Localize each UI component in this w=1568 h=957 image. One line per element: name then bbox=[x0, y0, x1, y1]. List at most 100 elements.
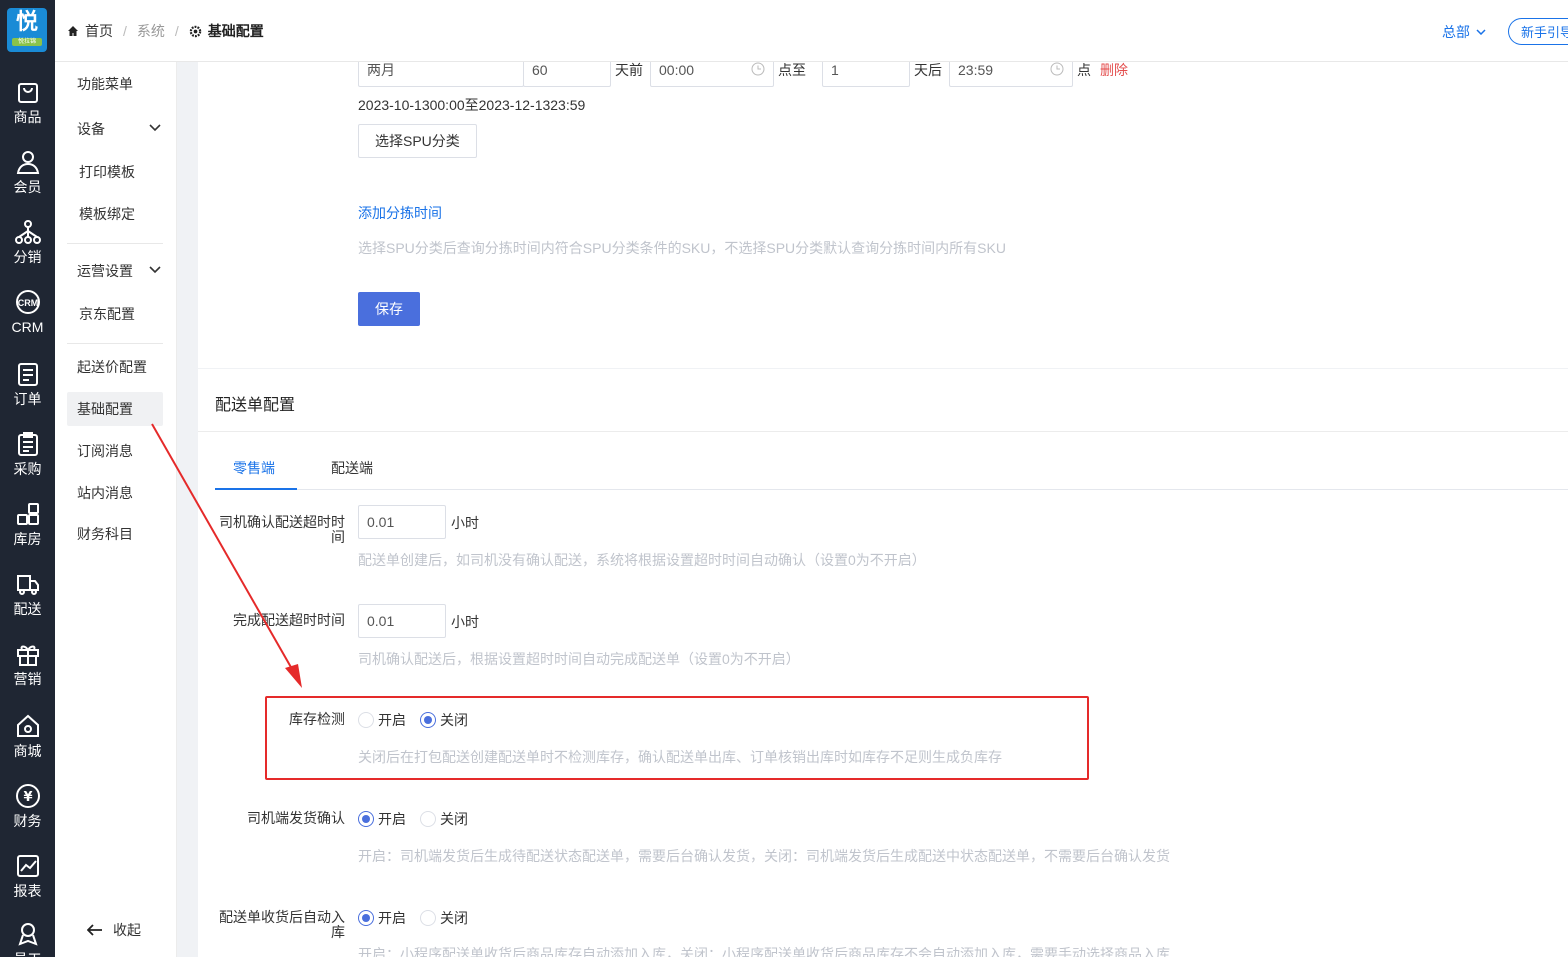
subnav-item-template-binding[interactable]: 模板绑定 bbox=[67, 197, 163, 231]
auto-stock-in-label: 配送单收货后自动入库 bbox=[219, 909, 345, 940]
section-title: 配送单配置 bbox=[215, 397, 296, 414]
rail-item-finance[interactable]: ¥ 财务 bbox=[0, 776, 55, 844]
subnav-item-finance-subject[interactable]: 财务科目 bbox=[67, 517, 163, 551]
delivery-tabs: 零售端 配送端 bbox=[215, 454, 1568, 490]
app-logo[interactable]: 悦 悦拉锦 bbox=[7, 8, 47, 52]
radio-label: 开启 bbox=[378, 811, 406, 827]
active-tab-indicator bbox=[215, 488, 297, 490]
subnav-item-function-menu[interactable]: 功能菜单 bbox=[67, 67, 163, 101]
rail-label: 配送 bbox=[13, 601, 42, 617]
complete-timeout-label: 完成配送超时时间 bbox=[233, 612, 345, 628]
driver-ship-confirm-on-radio[interactable]: 开启 bbox=[358, 809, 406, 829]
subnav-item-subscription-message[interactable]: 订阅消息 bbox=[67, 434, 163, 468]
select-spu-category-button[interactable]: 选择SPU分类 bbox=[358, 124, 477, 158]
subnav-item-site-message[interactable]: 站内消息 bbox=[67, 476, 163, 510]
days-after-suffix: 天后 bbox=[914, 62, 942, 78]
radio-circle-selected bbox=[358, 811, 374, 827]
driver-ship-confirm-label: 司机端发货确认 bbox=[247, 810, 345, 826]
breadcrumb-separator: / bbox=[123, 23, 127, 39]
rail-item-goods[interactable]: 商品 bbox=[0, 72, 55, 140]
rail-item-mall[interactable]: 商城 bbox=[0, 706, 55, 774]
subnav-item-print-template[interactable]: 打印模板 bbox=[67, 155, 163, 189]
logo-tagline: 悦拉锦 bbox=[12, 38, 42, 46]
rail-label: 营销 bbox=[13, 671, 42, 687]
org-switcher[interactable]: 总部 bbox=[1442, 22, 1486, 42]
driver-confirm-unit: 小时 bbox=[451, 515, 479, 531]
driver-confirm-timeout-input[interactable]: 0.01 bbox=[358, 505, 446, 539]
rail-label: 订单 bbox=[13, 391, 42, 407]
end-time-picker[interactable]: 23:59 bbox=[949, 62, 1073, 87]
subnav-item-basic-config[interactable]: 基础配置 bbox=[67, 392, 163, 426]
subnav-divider bbox=[67, 243, 163, 244]
collapse-sidebar-button[interactable]: 收起 bbox=[87, 920, 141, 940]
truck-icon bbox=[16, 575, 39, 595]
driver-confirm-timeout-label: 司机确认配送超时时间 bbox=[219, 514, 345, 545]
delete-row-link[interactable]: 删除 bbox=[1100, 62, 1128, 80]
collapse-label: 收起 bbox=[113, 922, 141, 938]
main-content: 两月 60 天前 00:00 点至 1 天后 23:59 点 删除 2023-1… bbox=[177, 62, 1568, 957]
rail-label: 报表 bbox=[13, 883, 42, 899]
org-name: 总部 bbox=[1442, 23, 1470, 40]
arrow-left-icon bbox=[87, 924, 102, 936]
complete-timeout-input[interactable]: 0.01 bbox=[358, 604, 446, 638]
complete-timeout-unit: 小时 bbox=[451, 614, 479, 630]
time-range-text: 2023-10-1300:00至2023-12-1323:59 bbox=[358, 97, 586, 113]
rail-item-member[interactable]: 会员 bbox=[0, 142, 55, 210]
days-after-input[interactable]: 1 bbox=[822, 62, 910, 87]
rail-item-warehouse[interactable]: 库房 bbox=[0, 494, 55, 562]
auto-stock-in-on-radio[interactable]: 开启 bbox=[358, 908, 406, 928]
annotation-highlight-box bbox=[265, 696, 1089, 780]
period-select[interactable]: 两月 bbox=[358, 62, 524, 87]
rail-item-crm[interactable]: CRM CRM bbox=[0, 282, 55, 350]
driver-ship-confirm-off-radio[interactable]: 关闭 bbox=[420, 809, 468, 829]
subnav-group-label: 设备 bbox=[77, 121, 105, 137]
subnav-item-jd-config[interactable]: 京东配置 bbox=[67, 297, 163, 331]
auto-stock-in-off-radio[interactable]: 关闭 bbox=[420, 908, 468, 928]
document-icon bbox=[17, 363, 38, 386]
sort-time-card: 两月 60 天前 00:00 点至 1 天后 23:59 点 删除 2023-1… bbox=[198, 62, 1568, 368]
beginner-guide-button[interactable]: 新手引导 bbox=[1508, 18, 1568, 45]
subnav-group-operation[interactable]: 运营设置 bbox=[67, 254, 163, 288]
radio-circle bbox=[420, 811, 436, 827]
save-button[interactable]: 保存 bbox=[358, 292, 420, 326]
days-before-input[interactable]: 60 bbox=[523, 62, 611, 87]
rail-item-delivery[interactable]: 配送 bbox=[0, 564, 55, 632]
rail-item-marketing[interactable]: 营销 bbox=[0, 634, 55, 702]
rail-item-order[interactable]: 订单 bbox=[0, 354, 55, 422]
start-time-picker[interactable]: 00:00 bbox=[650, 62, 774, 87]
chart-icon bbox=[16, 855, 39, 877]
secondary-nav: 功能菜单 设备 打印模板 模板绑定 运营设置 京东配置 起送价配置 基础配置 订… bbox=[55, 62, 177, 957]
clock-icon bbox=[751, 62, 765, 76]
radio-circle-selected bbox=[358, 910, 374, 926]
section-divider bbox=[198, 431, 1568, 432]
tab-delivery[interactable]: 配送端 bbox=[331, 458, 373, 478]
tab-retail[interactable]: 零售端 bbox=[233, 458, 275, 478]
rail-item-purchase[interactable]: 采购 bbox=[0, 424, 55, 492]
breadcrumb-system[interactable]: 系统 bbox=[137, 21, 165, 41]
subnav-item-min-price-config[interactable]: 起送价配置 bbox=[67, 350, 163, 384]
logo-glyph: 悦 bbox=[15, 10, 38, 35]
rail-label: 财务 bbox=[13, 813, 42, 829]
breadcrumb: 首页 / 系统 / 基础配置 bbox=[67, 20, 264, 42]
subnav-group-device[interactable]: 设备 bbox=[67, 112, 163, 146]
subnav-divider bbox=[67, 343, 163, 344]
rail-item-report[interactable]: 报表 bbox=[0, 846, 55, 914]
rail-item-staff[interactable]: 员工 bbox=[0, 914, 55, 957]
rail-label: 员工 bbox=[0, 950, 55, 957]
add-sort-time-link[interactable]: 添加分拣时间 bbox=[358, 203, 442, 223]
rail-label: 分销 bbox=[13, 249, 42, 265]
complete-timeout-hint: 司机确认配送后，根据设置超时时间自动完成配送单（设置0为不开启） bbox=[358, 651, 800, 667]
radio-label: 关闭 bbox=[440, 910, 468, 926]
chevron-down-icon bbox=[149, 266, 161, 274]
badge-icon bbox=[17, 923, 38, 946]
days-before-suffix: 天前 bbox=[615, 62, 643, 78]
breadcrumb-home[interactable]: 首页 bbox=[85, 21, 113, 41]
shopping-bag-icon bbox=[17, 83, 38, 103]
radio-circle bbox=[420, 910, 436, 926]
top-right-actions: 总部 新手引导 bbox=[1442, 18, 1568, 45]
boxes-icon bbox=[16, 503, 39, 525]
rail-label: 采购 bbox=[13, 461, 42, 477]
start-time-value: 00:00 bbox=[659, 62, 695, 78]
rail-item-distribution[interactable]: 分销 bbox=[0, 212, 55, 280]
gift-icon bbox=[16, 645, 39, 666]
